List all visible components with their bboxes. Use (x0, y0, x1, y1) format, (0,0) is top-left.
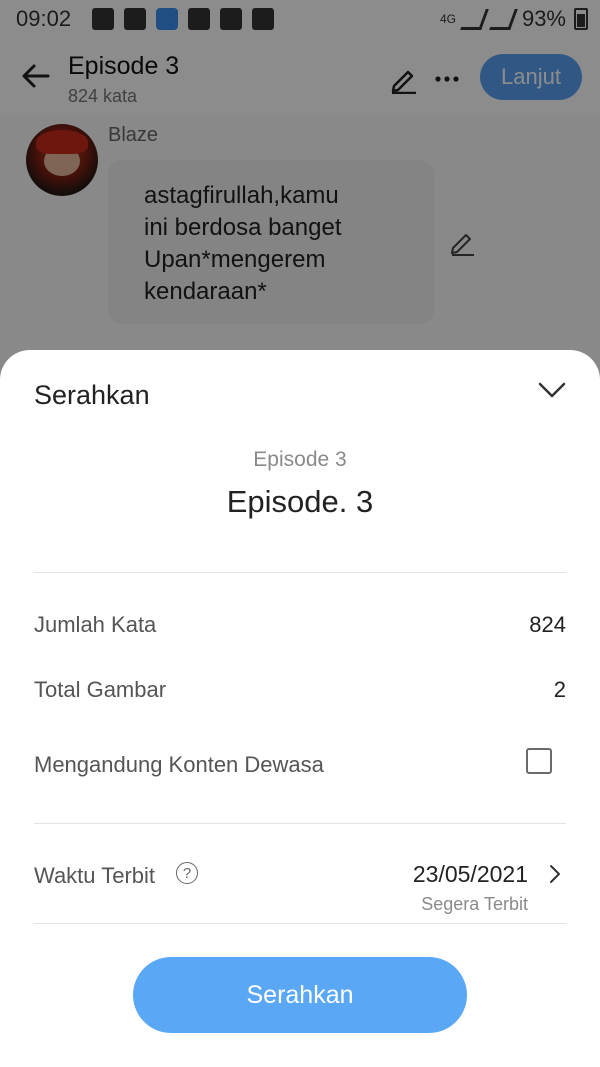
episode-title: Episode. 3 (226, 484, 374, 519)
sheet-title: Serahkan (34, 380, 150, 410)
word-count-label: Jumlah Kata (34, 612, 157, 637)
divider (34, 572, 566, 573)
episode-label: Episode 3 (253, 448, 347, 471)
divider (34, 823, 566, 824)
adult-content-checkbox[interactable] (526, 748, 552, 774)
image-count-value: 2 (553, 677, 566, 702)
adult-content-label: Mengandung Konten Dewasa (34, 752, 324, 777)
chevron-right-icon[interactable] (548, 864, 562, 884)
divider (34, 923, 566, 924)
word-count-value: 824 (529, 612, 566, 637)
image-count-label: Total Gambar (34, 677, 167, 702)
chevron-down-icon[interactable] (536, 378, 568, 402)
help-icon[interactable]: ? (176, 862, 198, 884)
publish-time-label: Waktu Terbit (34, 863, 156, 888)
publish-status: Segera Terbit (421, 894, 528, 914)
submit-sheet: Serahkan Episode 3 Episode. 3 Jumlah Kat… (0, 350, 600, 1067)
submit-button[interactable]: Serahkan (133, 957, 467, 1033)
publish-date[interactable]: 23/05/2021 (413, 861, 528, 888)
